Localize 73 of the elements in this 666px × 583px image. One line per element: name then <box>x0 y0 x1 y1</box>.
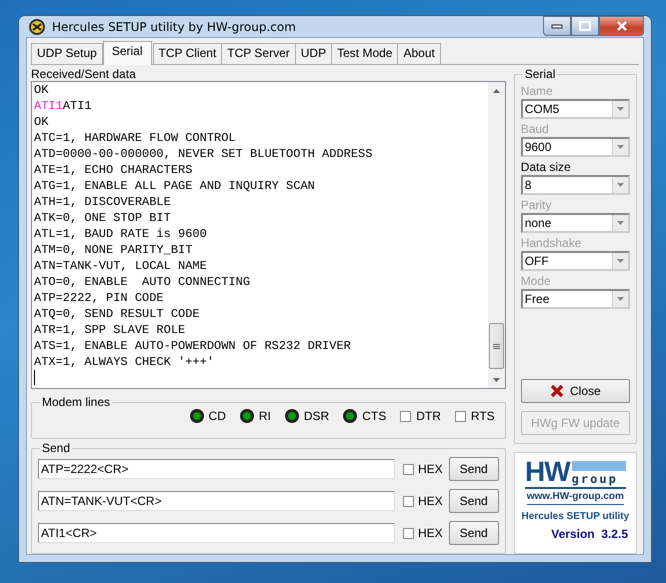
signal-label: DTR <box>416 409 441 423</box>
received-text: ATC=1, HARDWARE FLOW CONTROL <box>34 130 236 146</box>
received-text: ATN=TANK-VUT, LOCAL NAME <box>34 258 207 274</box>
group-title: Serial <box>524 67 556 81</box>
minimize-icon <box>551 23 563 29</box>
input-field[interactable]: ATI1<CR> <box>38 523 395 543</box>
received-text: ATO=0, ENABLE AUTO CONNECTING <box>34 274 250 290</box>
checkbox[interactable] <box>403 496 414 506</box>
scroll-up-icon <box>492 88 500 92</box>
dropdown[interactable]: 8 <box>520 175 630 195</box>
window-title: Hercules SETUP utility by HW-group.com <box>52 20 297 34</box>
received-text: ATS=1, ENABLE AUTO-POWERDOWN OF RS232 DRIVER <box>34 338 351 354</box>
signal-label: DSR <box>304 409 330 423</box>
website-text: www.HW-group.com <box>526 489 624 505</box>
received-text: ATE=1, ECHO CHARACTERS <box>34 162 192 178</box>
signal-label: CTS <box>362 409 386 423</box>
received-text: ATR=1, SPP SLAVE ROLE <box>34 322 186 338</box>
scroll-down-icon <box>492 378 500 382</box>
logo-text: group <box>572 473 619 485</box>
field-label: Handshake <box>520 236 582 251</box>
section-label: Received/Sent data <box>31 67 137 81</box>
checkbox[interactable] <box>403 464 414 474</box>
received-text: ATQ=0, SEND RESULT CODE <box>34 306 200 322</box>
signal-label: CD <box>208 409 226 423</box>
group-title: Send <box>41 441 72 455</box>
maximize-icon <box>579 21 591 31</box>
logo-text: HW <box>525 459 570 485</box>
scrollbar[interactable] <box>488 82 505 388</box>
tab[interactable]: About <box>397 43 441 64</box>
received-text: ATM=0, NONE PARITY_BIT <box>34 242 192 258</box>
close-button[interactable] <box>599 16 644 36</box>
received-text: OK <box>34 82 48 98</box>
field-label: Name <box>520 84 554 99</box>
send-button[interactable]: Send <box>448 457 499 481</box>
sent-text: ATI1 <box>34 99 63 113</box>
group-title: Modem lines <box>41 395 112 409</box>
signal-label: RI <box>258 409 271 423</box>
input-field[interactable]: ATN=TANK-VUT<CR> <box>38 491 395 511</box>
field-label: Parity <box>520 198 552 213</box>
maximize-button[interactable] <box>571 16 599 36</box>
send-button[interactable]: Send <box>448 489 499 513</box>
received-text: ATI1 <box>62 99 92 113</box>
product-name: Hercules SETUP utility <box>522 511 630 522</box>
received-text: ATP=2222, PIN CODE <box>34 290 164 306</box>
received-text: ATH=1, DISCOVERABLE <box>34 194 171 210</box>
tab[interactable]: Serial <box>102 41 152 65</box>
checkbox[interactable] <box>400 410 412 422</box>
cross-icon <box>550 384 564 398</box>
checkbox-label: HEX <box>418 462 443 476</box>
signal-label: RTS <box>470 409 495 423</box>
close-port-button[interactable]: Close <box>520 379 630 403</box>
field-label: Baud <box>520 122 550 137</box>
text-cursor <box>34 370 35 385</box>
checkbox[interactable] <box>454 410 466 422</box>
close-icon <box>616 21 628 31</box>
send-button[interactable]: Send <box>448 521 499 545</box>
received-text: ATX=1, ALWAYS CHECK '+++' <box>34 354 214 370</box>
received-text: OK <box>34 114 48 130</box>
tab[interactable]: TCP Client <box>152 43 222 64</box>
field-label: Mode <box>520 274 552 289</box>
received-text: ATG=1, ENABLE ALL PAGE AND INQUIRY SCAN <box>34 178 315 194</box>
checkbox-label: HEX <box>418 526 443 540</box>
checkbox-label: HEX <box>418 494 443 508</box>
logo-bar <box>572 461 626 471</box>
version-text: Version 3.2.5 <box>551 527 629 541</box>
input-field[interactable]: ATP=2222<CR> <box>38 459 395 479</box>
field-label: Data size <box>520 160 572 175</box>
received-text: ATL=1, BAUD RATE is 9600 <box>34 226 207 242</box>
minimize-button[interactable] <box>543 16 571 36</box>
received-text: ATK=0, ONE STOP BIT <box>34 210 171 226</box>
received-text: ATD=0000-00-000000, NEVER SET BLUETOOTH ADDRESS <box>34 146 372 162</box>
checkbox[interactable] <box>403 528 414 538</box>
tab[interactable]: UDP Setup <box>31 43 103 64</box>
